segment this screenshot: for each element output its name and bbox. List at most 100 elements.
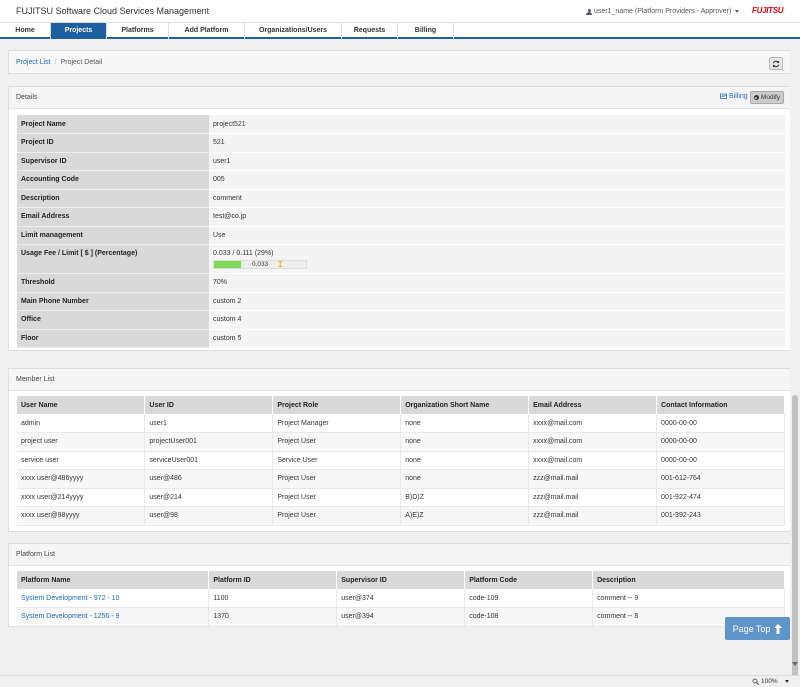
table-row: xxxx user@486yyyy user@486 Project User non…	[17, 469, 785, 489]
table-row: xxxx user@214yyyy user@214 Project User B)D…	[17, 488, 785, 507]
member-contact: 001-612-764	[656, 469, 785, 489]
column-header[interactable]: Project Role	[272, 396, 402, 414]
member-org: none	[400, 414, 530, 433]
member-contact: 0000-00-00	[656, 451, 785, 470]
modify-button-label: Modify	[760, 94, 781, 101]
scrollbar-thumb[interactable]	[792, 395, 798, 687]
member-list-title: Member List	[16, 376, 55, 383]
detail-value: 70%	[209, 273, 785, 293]
platform-code: code-108	[464, 607, 594, 627]
member-org: none	[400, 432, 530, 452]
member-role: Project Manager	[272, 414, 402, 433]
billing-link[interactable]: Billing	[720, 93, 748, 100]
refresh-button[interactable]	[769, 57, 783, 70]
column-header[interactable]: Platform ID	[208, 571, 338, 589]
tab-add-platform[interactable]: Add Platform	[169, 23, 245, 39]
page-top-button[interactable]: Page Top	[725, 617, 790, 640]
column-header[interactable]: Organization Short Name	[400, 396, 530, 414]
status-bar: 100%	[0, 675, 800, 687]
breadcrumb-current: Project Detail	[60, 59, 103, 66]
column-header[interactable]: Description	[592, 571, 785, 589]
member-user-name: xxxx user@98yyyy	[17, 506, 146, 526]
member-contact: 0000-00-00	[656, 432, 785, 452]
breadcrumb: Project List / Project Detail	[16, 59, 102, 66]
table-row: System Development - 1256 - 9 1370 user@39…	[17, 607, 785, 627]
threshold-marker-icon: Ɪ	[278, 260, 283, 269]
column-header[interactable]: Email Address	[528, 396, 658, 414]
detail-label: Limit management	[17, 226, 209, 245]
platform-name-link[interactable]: System Development - 1256 - 9	[21, 613, 119, 620]
usage-progress-value: 0.033	[252, 261, 269, 268]
member-role: Service User	[272, 451, 402, 470]
vertical-scrollbar[interactable]	[790, 40, 800, 687]
detail-row: Supervisor ID user1	[17, 152, 785, 171]
member-user-name: project user	[17, 432, 146, 452]
tab-platforms[interactable]: Platforms	[107, 23, 169, 39]
column-header[interactable]: User ID	[144, 396, 274, 414]
detail-row: Accounting Code 005	[17, 170, 785, 190]
table-row: project user projectUser001 Project User no…	[17, 432, 785, 452]
detail-row: Description comment	[17, 189, 785, 208]
platform-name-cell: System Development - 1256 - 9	[17, 607, 210, 627]
member-user-name: service user	[17, 451, 146, 470]
billing-link-label: Billing	[729, 93, 748, 100]
detail-row: Limit management Use	[17, 226, 785, 245]
platform-supervisor: user@374	[336, 589, 466, 608]
user-menu[interactable]: user1_name (Platform Providers - Approve…	[586, 8, 740, 15]
detail-row: Main Phone Number custom 2	[17, 292, 785, 311]
platform-table: Platform Name Platform ID Supervisor ID …	[17, 571, 785, 627]
modify-button[interactable]: Modify	[750, 91, 784, 104]
platform-list-title: Platform List	[16, 551, 55, 558]
member-table: User Name User ID Project Role Organizat…	[17, 396, 785, 526]
breadcrumb-project-list-link[interactable]: Project List	[16, 59, 51, 66]
detail-value: custom 4	[209, 310, 785, 330]
detail-value: 005	[209, 170, 785, 190]
column-header[interactable]: Contact Information	[656, 396, 785, 414]
detail-row: Threshold 70%	[17, 273, 785, 293]
tab-home[interactable]: Home	[0, 23, 51, 39]
details-panel: Details Billing Modify Project Name proje…	[8, 86, 792, 351]
page-top-label: Page Top	[732, 623, 771, 634]
column-header[interactable]: Platform Name	[17, 571, 210, 589]
usage-progress-fill	[214, 261, 241, 268]
member-email: xxxx@mail.com	[528, 451, 658, 470]
tab-organizations-users[interactable]: Organizations/Users	[245, 23, 342, 39]
member-org: B)D)Z	[400, 488, 530, 507]
member-email: xxxx@mail.com	[528, 432, 658, 452]
tab-projects[interactable]: Projects	[51, 23, 107, 39]
detail-label: Accounting Code	[17, 170, 209, 190]
member-email: zzz@mail.mail	[528, 469, 658, 489]
column-header[interactable]: Supervisor ID	[336, 571, 466, 589]
breadcrumb-panel: Project List / Project Detail	[8, 50, 792, 74]
usage-value-cell: 0.033 / 0.111 (29%) 0.033 Ɪ	[209, 244, 785, 274]
member-user-name: admin	[17, 414, 146, 433]
main-nav: Home Projects Platforms Add Platform Org…	[0, 22, 800, 39]
scroll-down-icon[interactable]	[792, 662, 798, 666]
gear-icon	[753, 95, 759, 100]
detail-value: test@co.jp	[209, 207, 785, 227]
detail-value: project521	[209, 115, 785, 134]
detail-value: Use	[209, 226, 785, 245]
column-header[interactable]: User Name	[17, 396, 146, 414]
usage-label: Usage Fee / Limit [ $ ] (Percentage)	[17, 244, 209, 274]
member-org: none	[400, 451, 530, 470]
detail-label: Email Address	[17, 207, 209, 227]
tab-billing[interactable]: Billing	[398, 23, 454, 39]
platform-table-header: Platform Name Platform ID Supervisor ID …	[17, 571, 785, 589]
caret-down-icon	[735, 10, 740, 13]
column-header[interactable]: Platform Code	[464, 571, 594, 589]
detail-label: Project ID	[17, 133, 209, 153]
zoom-icon	[752, 678, 759, 685]
platform-name-link[interactable]: System Development - 972 - 10	[21, 595, 119, 602]
detail-label: Floor	[17, 329, 209, 348]
detail-value: custom 5	[209, 329, 785, 348]
member-contact: 001-922-474	[656, 488, 785, 507]
detail-value: user1	[209, 152, 785, 171]
table-row: admin user1 Project Manager none xxxx@mail.c…	[17, 414, 785, 433]
details-table: Project Name project521 Project ID 521 Sup…	[17, 115, 785, 348]
member-email: zzz@mail.mail	[528, 488, 658, 507]
detail-label: Main Phone Number	[17, 292, 209, 311]
zoom-control[interactable]: 100%	[752, 678, 789, 685]
usage-summary: 0.033 / 0.111 (29%)	[213, 250, 274, 257]
tab-requests[interactable]: Requests	[342, 23, 398, 39]
